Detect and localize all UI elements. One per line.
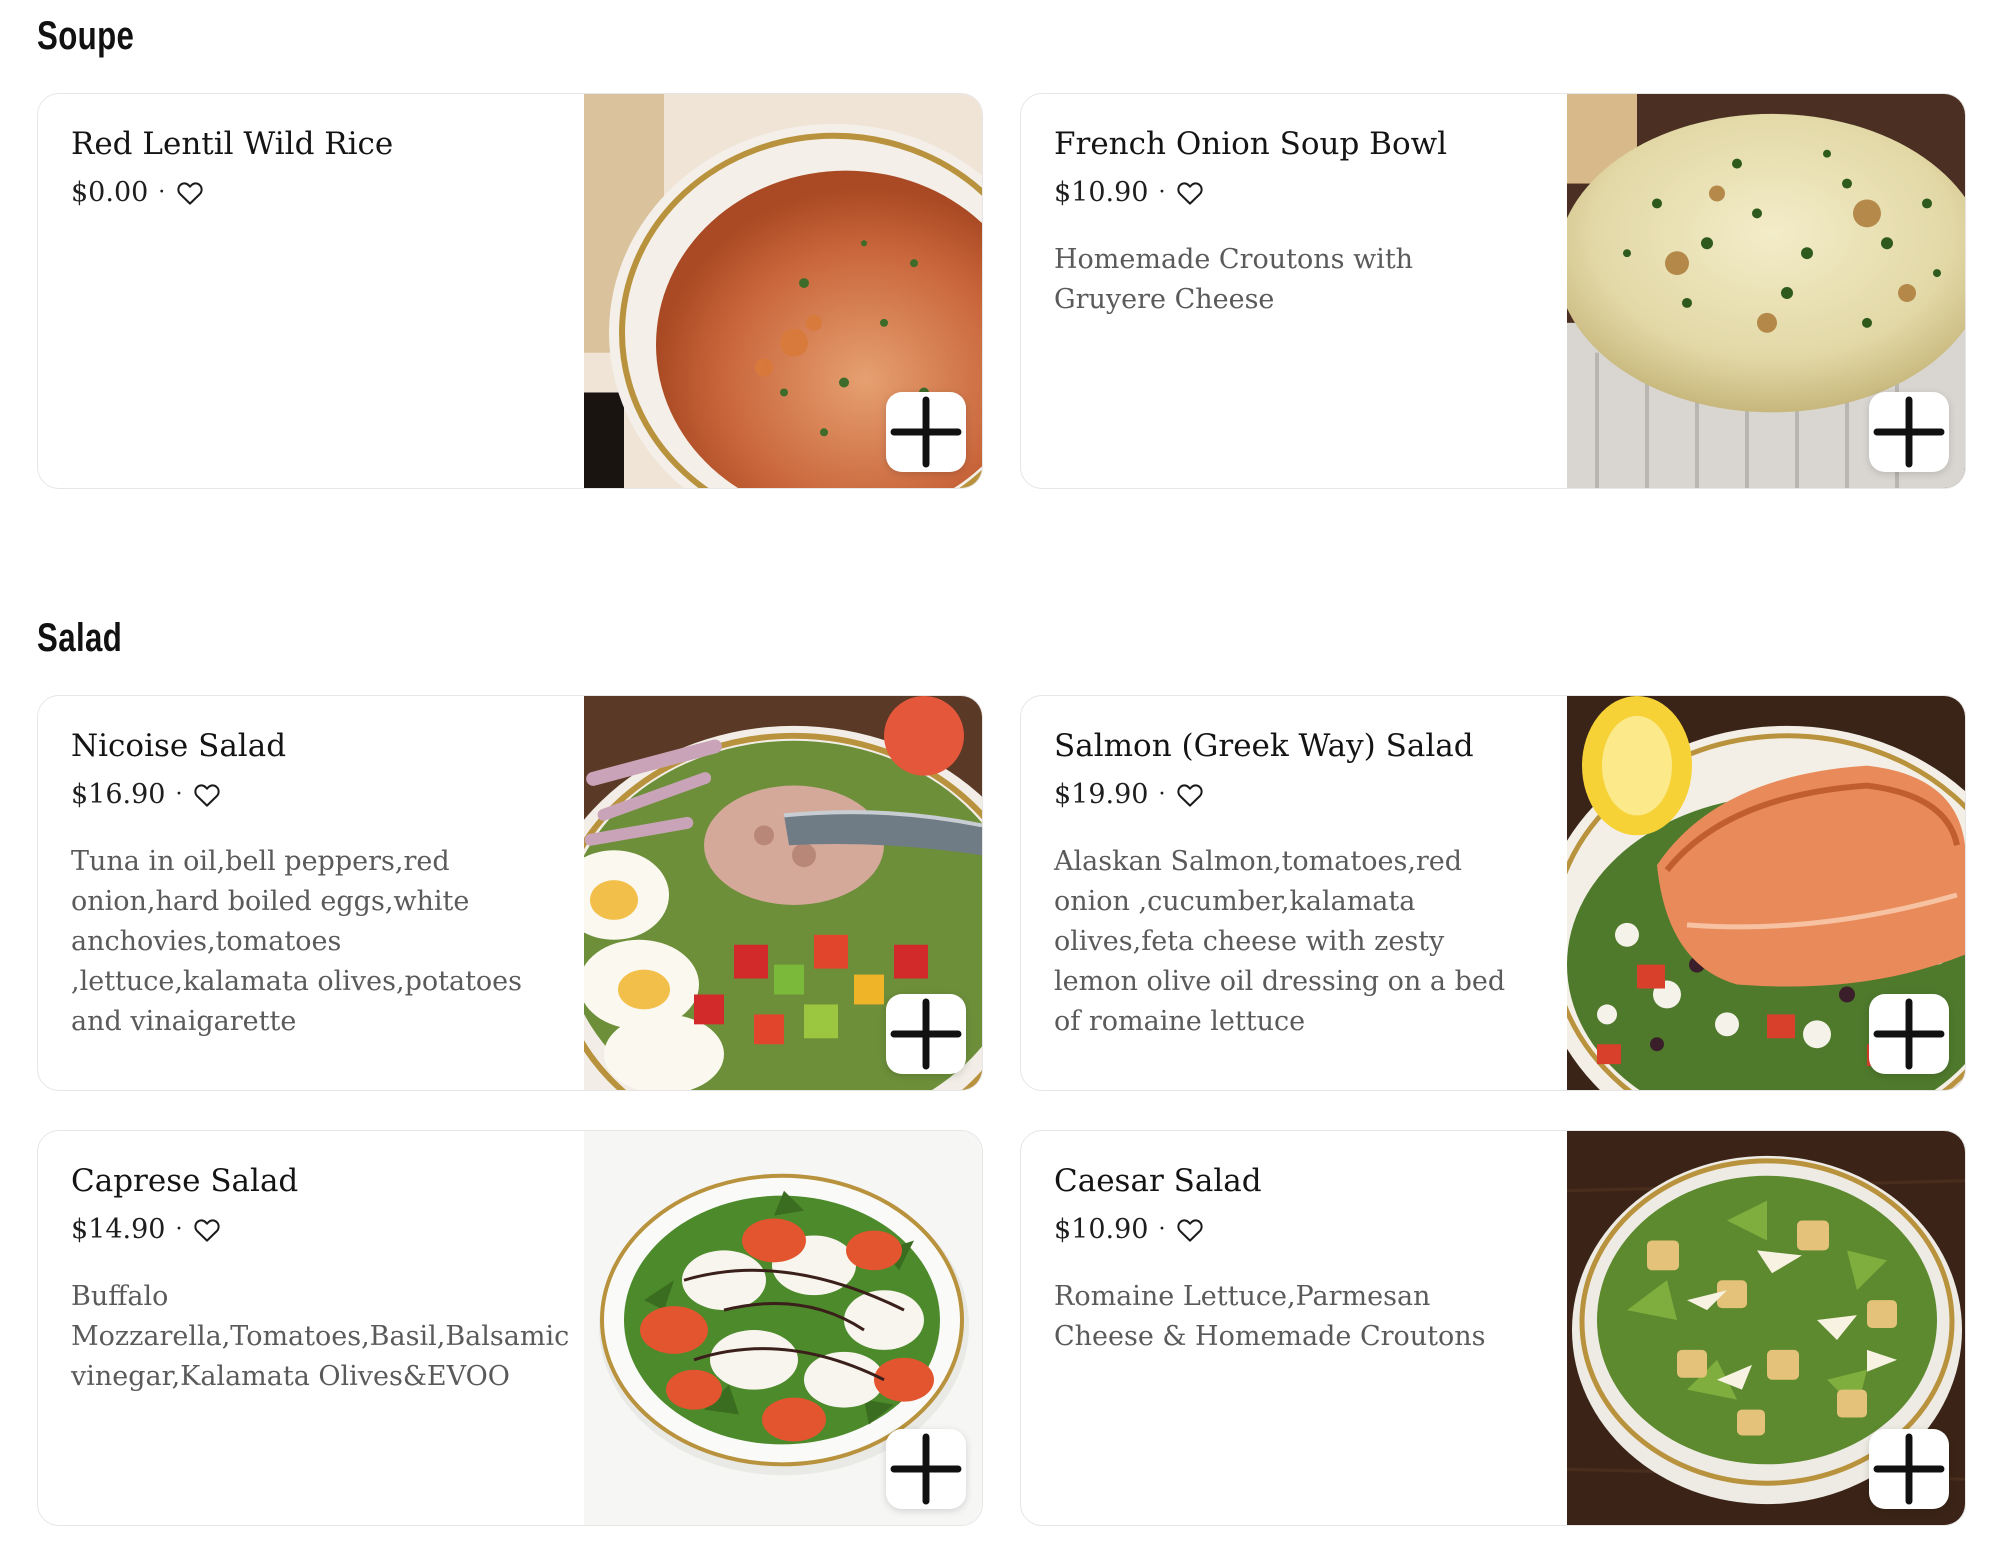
price-row: $0.00 ·	[71, 176, 561, 210]
plus-icon	[1873, 998, 1945, 1070]
menu-item-photo	[584, 696, 982, 1090]
heart-outline-icon[interactable]	[192, 780, 222, 810]
menu-item-card-caprese-salad[interactable]: Caprese Salad $14.90 · Buffalo Mozzarell…	[37, 1130, 983, 1526]
menu-item-description: Alaskan Salmon,tomatoes,red onion ,cucum…	[1054, 846, 1506, 1037]
menu-item-description: Homemade Croutons with Gruyere Cheese	[1054, 244, 1414, 315]
separator-dot: ·	[1158, 1217, 1166, 1242]
menu-item-photo	[1567, 1131, 1965, 1525]
section-title-soupe: Soupe	[37, 14, 135, 58]
menu-item-card-nicoise-salad[interactable]: Nicoise Salad $16.90 · Tuna in oil,bell …	[37, 695, 983, 1091]
menu-item-info: Caprese Salad $14.90 · Buffalo Mozzarell…	[71, 1131, 570, 1397]
price-row: $19.90 ·	[1054, 778, 1544, 812]
menu-item-name: Nicoise Salad	[71, 728, 287, 764]
menu-item-description: Tuna in oil,bell peppers,red onion,hard …	[71, 846, 523, 1037]
menu-item-info: Red Lentil Wild Rice $0.00 ·	[71, 94, 561, 240]
menu-item-card-red-lentil-wild-rice[interactable]: Red Lentil Wild Rice $0.00 ·	[37, 93, 983, 489]
menu-item-card-french-onion-soup[interactable]: French Onion Soup Bowl $10.90 · Homemade…	[1020, 93, 1966, 489]
plus-icon	[890, 396, 962, 468]
menu-item-description: Buffalo Mozzarella,Tomatoes,Basil,Balsam…	[71, 1281, 570, 1392]
separator-dot: ·	[175, 782, 183, 807]
menu-item-price: $16.90	[71, 779, 166, 810]
separator-dot: ·	[1158, 782, 1166, 807]
menu-item-info: Salmon (Greek Way) Salad $19.90 · Alaska…	[1054, 696, 1544, 1042]
menu-item-card-caesar-salad[interactable]: Caesar Salad $10.90 · Romaine Lettuce,Pa…	[1020, 1130, 1966, 1526]
menu-item-price: $10.90	[1054, 177, 1149, 208]
price-row: $10.90 ·	[1054, 176, 1544, 210]
add-to-cart-button[interactable]	[1869, 994, 1949, 1074]
menu-item-name: French Onion Soup Bowl	[1054, 126, 1448, 162]
add-to-cart-button[interactable]	[1869, 392, 1949, 472]
menu-item-photo	[1567, 94, 1965, 488]
menu-item-photo	[584, 1131, 982, 1525]
plus-icon	[1873, 1433, 1945, 1505]
price-row: $16.90 ·	[71, 778, 561, 812]
add-to-cart-button[interactable]	[1869, 1429, 1949, 1509]
heart-outline-icon[interactable]	[1175, 1215, 1205, 1245]
price-row: $10.90 ·	[1054, 1213, 1544, 1247]
menu-item-photo	[1567, 696, 1965, 1090]
add-to-cart-button[interactable]	[886, 392, 966, 472]
plus-icon	[1873, 396, 1945, 468]
menu-item-name: Caprese Salad	[71, 1163, 299, 1199]
heart-outline-icon[interactable]	[175, 178, 205, 208]
section-title-salad: Salad	[37, 616, 123, 660]
separator-dot: ·	[1158, 180, 1166, 205]
menu-item-name: Caesar Salad	[1054, 1163, 1262, 1199]
plus-icon	[890, 1433, 962, 1505]
menu-item-description: Romaine Lettuce,Parmesan Cheese & Homema…	[1054, 1281, 1486, 1352]
menu-item-card-salmon-greek-salad[interactable]: Salmon (Greek Way) Salad $19.90 · Alaska…	[1020, 695, 1966, 1091]
heart-outline-icon[interactable]	[192, 1215, 222, 1245]
price-row: $14.90 ·	[71, 1213, 561, 1247]
plus-icon	[890, 998, 962, 1070]
menu-item-info: Nicoise Salad $16.90 · Tuna in oil,bell …	[71, 696, 561, 1042]
heart-outline-icon[interactable]	[1175, 178, 1205, 208]
add-to-cart-button[interactable]	[886, 1429, 966, 1509]
menu-item-info: French Onion Soup Bowl $10.90 · Homemade…	[1054, 94, 1544, 320]
separator-dot: ·	[158, 180, 166, 205]
heart-outline-icon[interactable]	[1175, 780, 1205, 810]
menu-item-price: $14.90	[71, 1214, 166, 1245]
menu-item-info: Caesar Salad $10.90 · Romaine Lettuce,Pa…	[1054, 1131, 1544, 1357]
menu-item-name: Salmon (Greek Way) Salad	[1054, 728, 1474, 764]
menu-item-name: Red Lentil Wild Rice	[71, 126, 394, 162]
add-to-cart-button[interactable]	[886, 994, 966, 1074]
menu-item-price: $19.90	[1054, 779, 1149, 810]
menu-item-price: $0.00	[71, 177, 149, 208]
menu-item-price: $10.90	[1054, 1214, 1149, 1245]
separator-dot: ·	[175, 1217, 183, 1242]
menu-item-photo	[584, 94, 982, 488]
